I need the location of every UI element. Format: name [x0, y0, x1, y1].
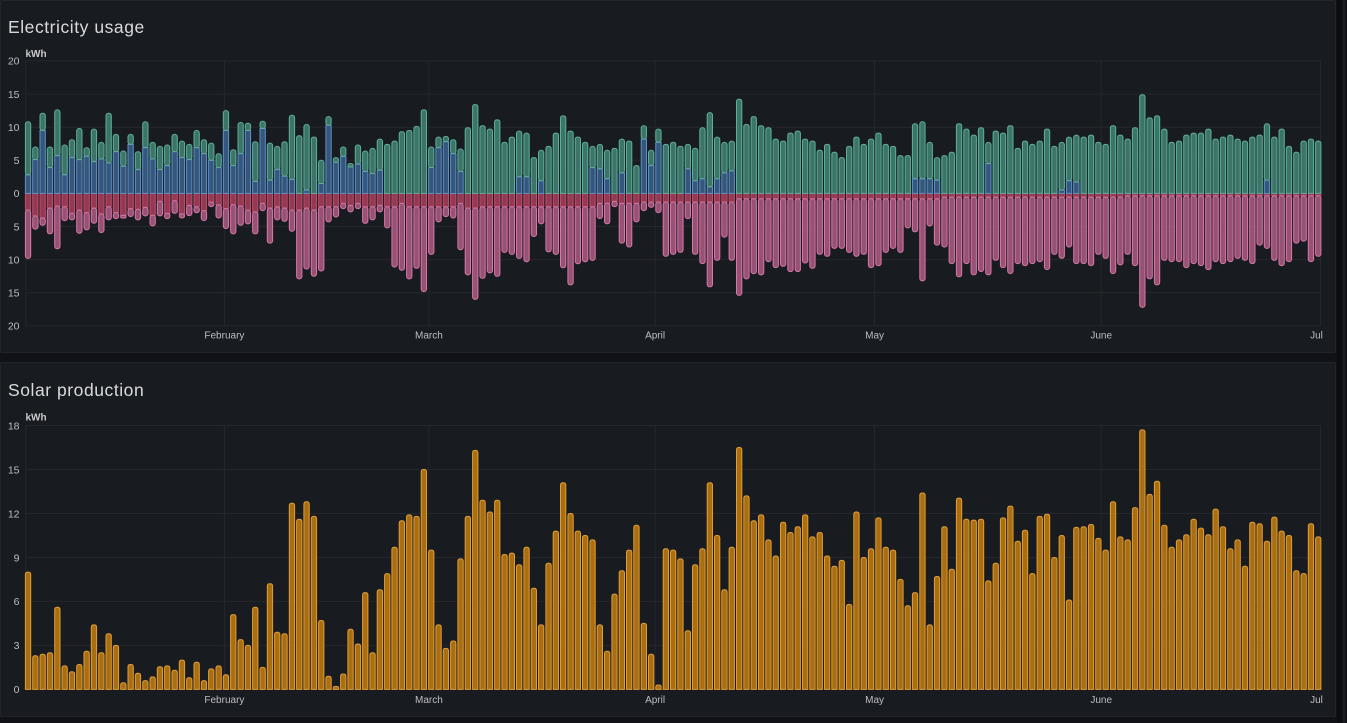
- svg-text:5: 5: [14, 155, 20, 167]
- svg-text:Jul: Jul: [1310, 331, 1323, 342]
- svg-text:15: 15: [8, 464, 20, 476]
- svg-text:0: 0: [14, 684, 20, 696]
- svg-text:20: 20: [8, 321, 20, 333]
- svg-text:15: 15: [8, 288, 20, 300]
- svg-text:15: 15: [8, 89, 20, 101]
- svg-text:June: June: [1090, 331, 1112, 342]
- svg-text:18: 18: [8, 420, 20, 432]
- svg-text:February: February: [204, 331, 244, 342]
- svg-text:kWh: kWh: [26, 49, 47, 60]
- svg-text:3: 3: [14, 640, 20, 652]
- svg-text:20: 20: [8, 56, 20, 68]
- svg-text:March: March: [415, 695, 443, 706]
- svg-text:June: June: [1090, 695, 1112, 706]
- svg-text:9: 9: [14, 552, 20, 564]
- svg-text:12: 12: [8, 508, 20, 520]
- svg-text:May: May: [865, 695, 884, 706]
- svg-text:6: 6: [14, 596, 20, 608]
- svg-text:kWh: kWh: [26, 412, 47, 423]
- svg-text:May: May: [865, 331, 884, 342]
- svg-text:0: 0: [14, 188, 20, 200]
- svg-text:10: 10: [8, 254, 20, 266]
- svg-text:April: April: [645, 695, 665, 706]
- svg-text:March: March: [415, 331, 443, 342]
- svg-text:February: February: [204, 695, 244, 706]
- svg-text:Jul: Jul: [1310, 695, 1323, 706]
- svg-text:5: 5: [14, 221, 20, 233]
- svg-text:10: 10: [8, 122, 20, 134]
- svg-text:April: April: [645, 331, 665, 342]
